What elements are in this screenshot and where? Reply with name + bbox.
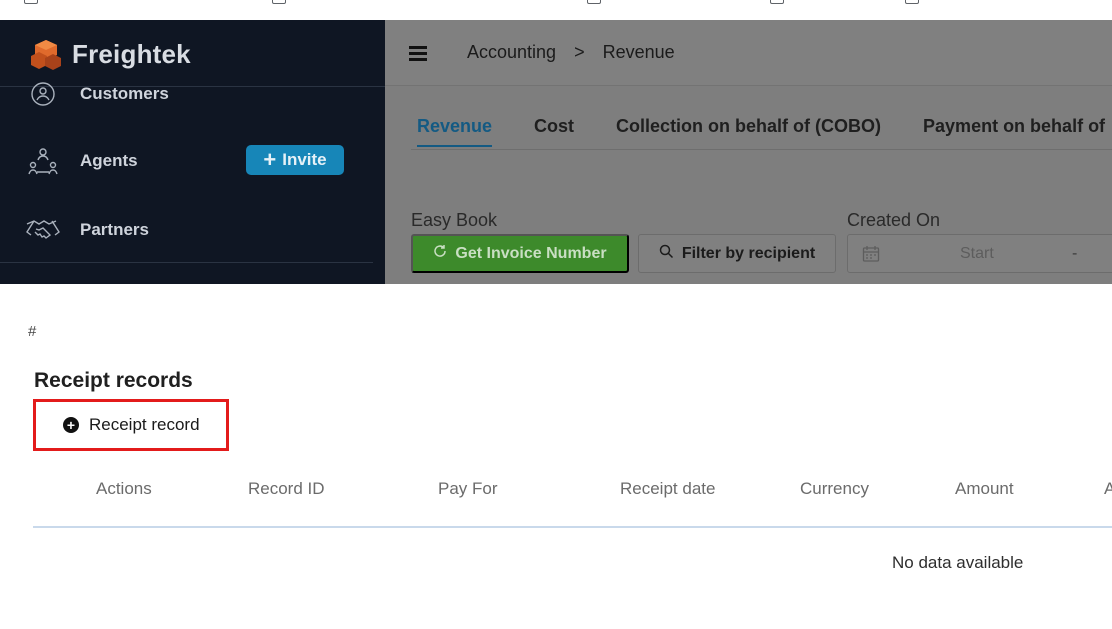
brand-name: Freightek <box>72 38 191 69</box>
top-bar: Accounting > Revenue <box>385 20 1112 86</box>
get-invoice-number-button[interactable]: Get Invoice Number <box>411 234 629 273</box>
empty-state-text: No data available <box>892 553 1024 572</box>
breadcrumb-item-accounting[interactable]: Accounting <box>467 42 556 63</box>
customers-icon <box>26 77 60 111</box>
search-icon <box>659 244 674 264</box>
invite-label: Invite <box>282 150 327 169</box>
main-panel: Accounting > Revenue Revenue Cost Collec… <box>385 20 1112 284</box>
breadcrumb: Accounting > Revenue <box>467 42 675 63</box>
add-receipt-label: Receipt record <box>89 415 200 434</box>
tab-revenue[interactable]: Revenue <box>417 116 493 147</box>
sidebar-item-customers[interactable]: Customers <box>26 77 169 111</box>
filter-recipient-label: Filter by recipient <box>681 244 816 262</box>
handshake-icon <box>26 213 60 247</box>
sidebar-item-label: Customers <box>80 84 169 103</box>
column-header-currency[interactable]: Currency <box>800 479 869 499</box>
agents-icon <box>26 144 60 178</box>
add-receipt-record-button[interactable]: + Receipt record <box>33 399 229 451</box>
brand[interactable]: Freightek <box>30 36 191 72</box>
created-on-label: Created On <box>847 210 941 230</box>
sidebar-item-partners[interactable]: Partners <box>26 213 149 247</box>
get-invoice-label: Get Invoice Number <box>455 244 607 262</box>
menu-icon[interactable] <box>409 46 427 61</box>
column-header-receipt-date[interactable]: Receipt date <box>620 479 715 499</box>
column-header-actions[interactable]: Actions <box>96 479 152 499</box>
refresh-icon <box>433 244 447 263</box>
invite-button[interactable]: + Invite <box>246 145 344 175</box>
tab-payment-on-behalf[interactable]: Payment on behalf of <box>923 116 1105 147</box>
divider <box>411 149 1112 150</box>
bookmark-icon[interactable] <box>905 0 919 4</box>
start-date-input[interactable]: Start <box>960 245 994 263</box>
column-header-pay-for[interactable]: Pay For <box>438 479 498 499</box>
table-header-divider <box>33 526 1112 528</box>
freightek-logo-icon <box>30 38 66 70</box>
range-separator: - <box>1072 245 1078 262</box>
breadcrumb-separator: > <box>574 42 585 62</box>
tab-cobo[interactable]: Collection on behalf of (COBO) <box>616 116 881 147</box>
sidebar-item-label: Partners <box>80 220 149 239</box>
easy-book-label: Easy Book <box>411 210 498 230</box>
column-header-truncated[interactable]: A <box>1104 479 1112 499</box>
bookmark-icon[interactable] <box>587 0 601 4</box>
hash-anchor: # <box>28 323 37 340</box>
browser-bookmarks-bar <box>0 0 1112 20</box>
plus-icon: + <box>263 147 277 172</box>
breadcrumb-item-revenue: Revenue <box>602 42 675 62</box>
column-header-record-id[interactable]: Record ID <box>248 479 325 499</box>
tab-cost[interactable]: Cost <box>534 116 574 147</box>
sidebar-item-agents[interactable]: Agents <box>26 144 138 178</box>
calendar-icon <box>862 245 880 268</box>
tab-bar: Revenue Cost Collection on behalf of (CO… <box>417 116 1112 147</box>
bookmark-icon[interactable] <box>24 0 38 4</box>
sidebar: Freightek Customers Agents + Invite Part… <box>0 20 385 284</box>
plus-circle-icon: + <box>63 417 79 433</box>
divider <box>0 262 373 263</box>
receipt-records-title: Receipt records <box>34 369 193 392</box>
filter-by-recipient-button[interactable]: Filter by recipient <box>638 234 836 273</box>
bookmark-icon[interactable] <box>770 0 784 4</box>
created-on-date-range[interactable]: Start - <box>847 234 1112 273</box>
column-header-amount[interactable]: Amount <box>955 479 1014 499</box>
sidebar-item-label: Agents <box>80 151 138 170</box>
bookmark-icon[interactable] <box>272 0 286 4</box>
